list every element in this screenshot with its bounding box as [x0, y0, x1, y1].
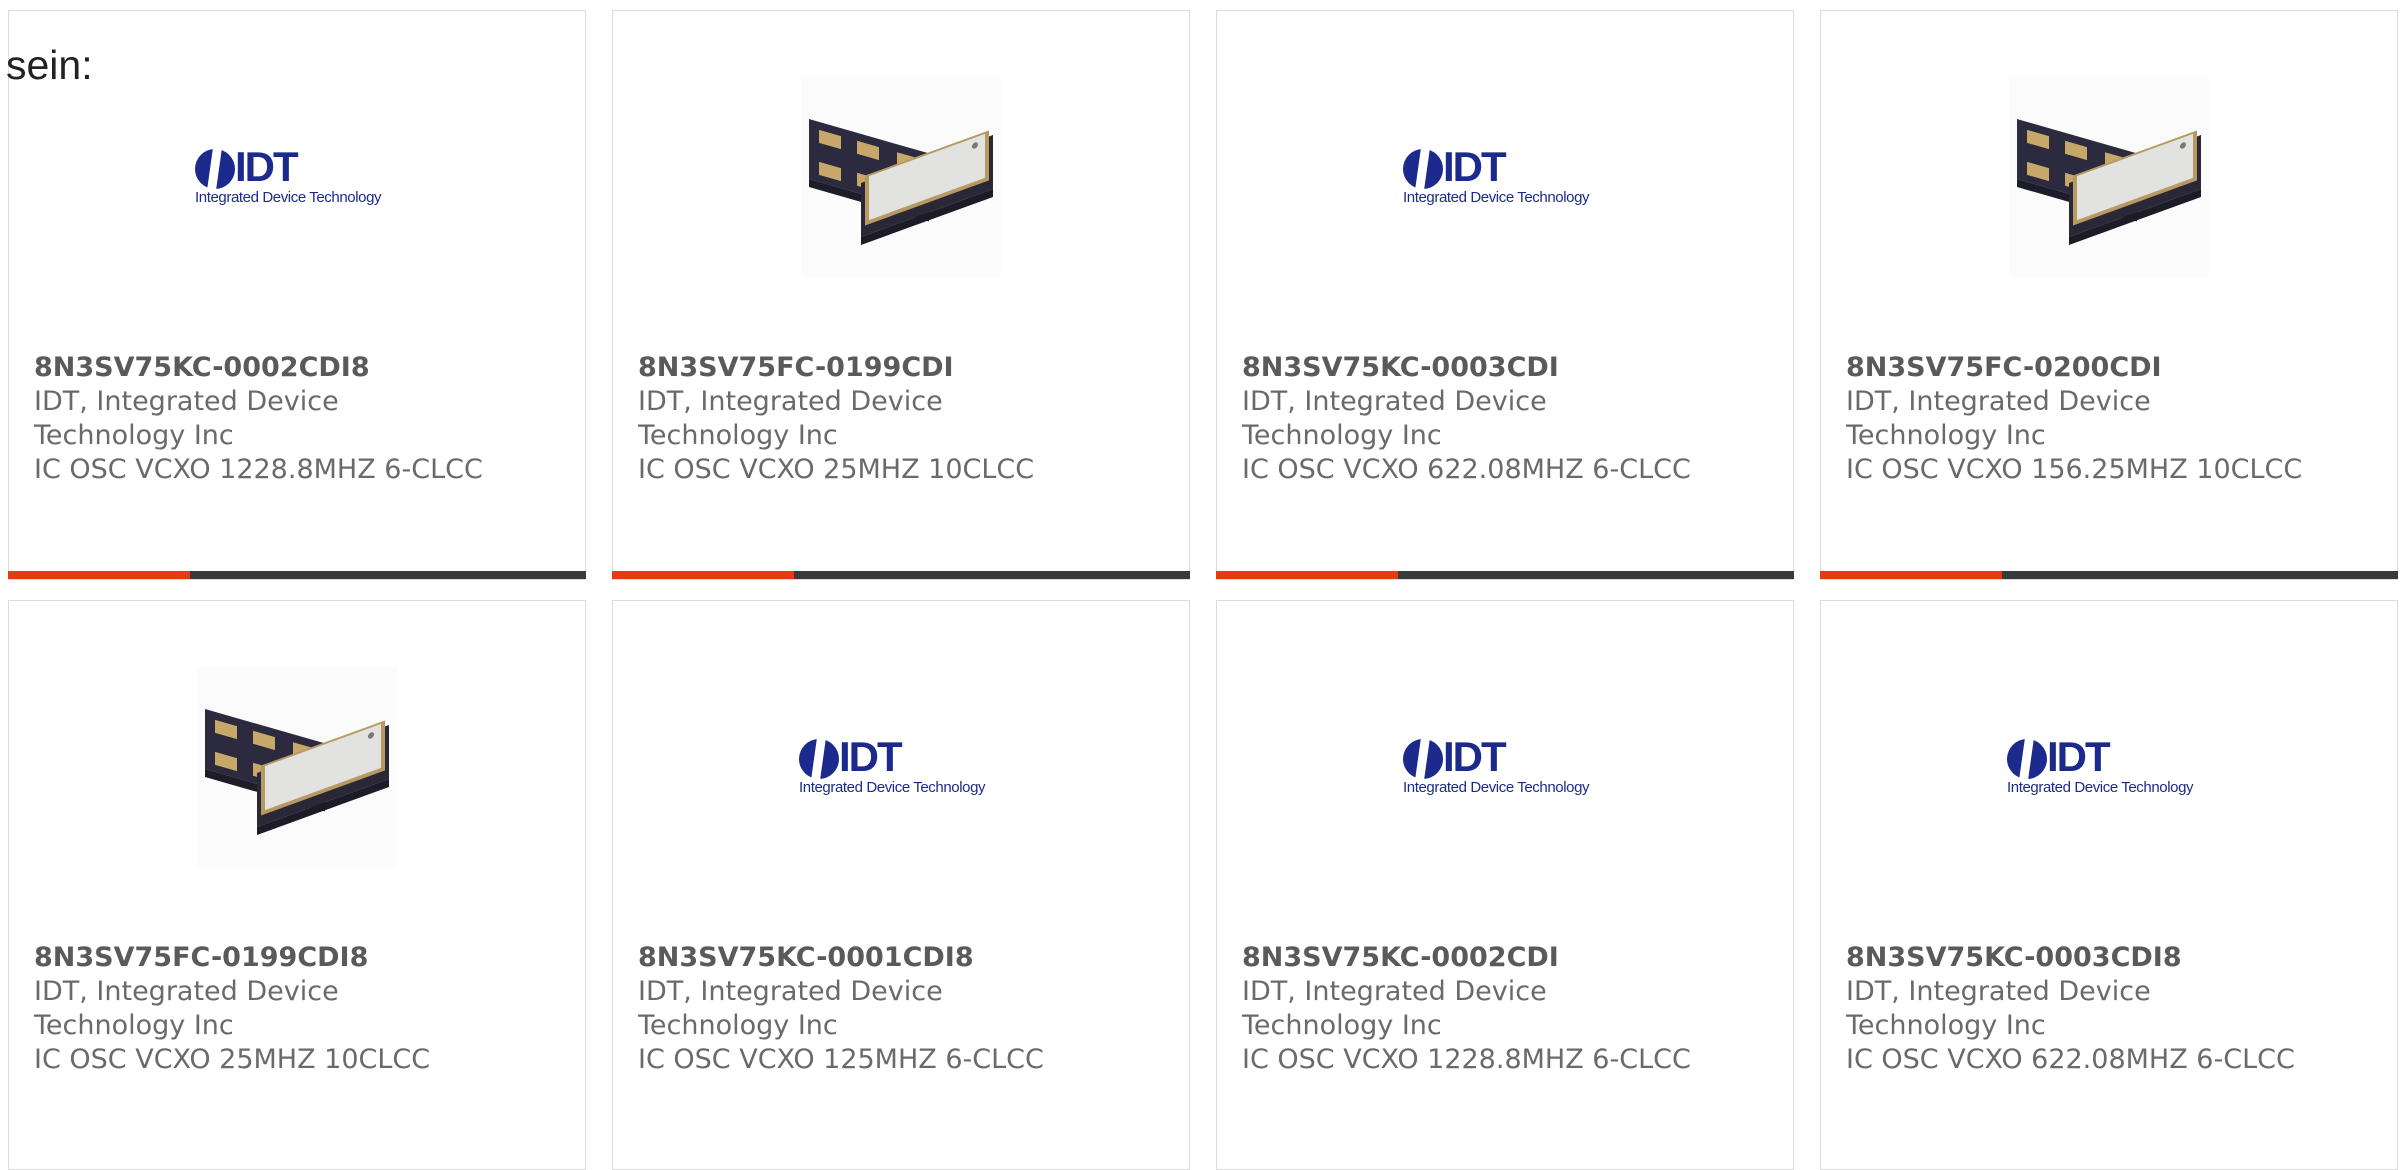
idt-logo-tagline: Integrated Device Technology: [1403, 189, 1590, 206]
idt-logo-word: IDT: [839, 733, 903, 780]
oscillator-photo: [197, 667, 397, 867]
product-image[interactable]: [9, 667, 585, 867]
idt-logo-mark: [195, 147, 235, 191]
idt-logo-word: IDT: [1443, 143, 1507, 190]
idt-logo: IDT Integrated Device Technology: [195, 143, 399, 207]
idt-logo: IDT Integrated Device Technology: [2007, 733, 2211, 797]
card-bar-accent: [612, 571, 794, 579]
part-number[interactable]: 8N3SV75KC-0001CDI8: [638, 941, 1098, 975]
idt-logo-word: IDT: [1443, 733, 1507, 780]
idt-logo: IDT Integrated Device Technology: [799, 733, 1003, 797]
manufacturer: IDT, Integrated Device Technology Inc: [1242, 386, 1547, 451]
product-card[interactable]: IDT Integrated Device Technology 8N3SV75…: [1216, 10, 1794, 580]
product-card[interactable]: IDT Integrated Device Technology 8N3SV75…: [612, 600, 1190, 1170]
product-image[interactable]: [1821, 77, 2397, 277]
product-image[interactable]: IDT Integrated Device Technology: [1821, 667, 2397, 867]
card-bar: [8, 571, 586, 579]
card-bar: [1820, 571, 2398, 579]
idt-logo-tagline: Integrated Device Technology: [2007, 779, 2194, 796]
part-number[interactable]: 8N3SV75FC-0199CDI8: [34, 941, 494, 975]
manufacturer: IDT, Integrated Device Technology Inc: [34, 386, 339, 451]
part-number[interactable]: 8N3SV75KC-0002CDI8: [34, 351, 494, 385]
product-card[interactable]: IDT Integrated Device Technology 8N3SV75…: [8, 10, 586, 580]
card-bar-accent: [8, 571, 190, 579]
description: IC OSC VCXO 1228.8MHZ 6-CLCC: [1242, 1044, 1691, 1075]
description: IC OSC VCXO 25MHZ 10CLCC: [34, 1044, 431, 1075]
idt-logo: IDT Integrated Device Technology: [1403, 143, 1607, 207]
description: IC OSC VCXO 156.25MHZ 10CLCC: [1846, 454, 2303, 485]
manufacturer: IDT, Integrated Device Technology Inc: [638, 386, 943, 451]
description: IC OSC VCXO 125MHZ 6-CLCC: [638, 1044, 1044, 1075]
product-image[interactable]: [613, 77, 1189, 277]
product-image[interactable]: IDT Integrated Device Technology: [9, 77, 585, 277]
part-number[interactable]: 8N3SV75KC-0002CDI: [1242, 941, 1702, 975]
oscillator-photo: [2009, 77, 2209, 277]
idt-logo: IDT Integrated Device Technology: [1403, 733, 1607, 797]
description: IC OSC VCXO 25MHZ 10CLCC: [638, 454, 1035, 485]
product-image[interactable]: IDT Integrated Device Technology: [613, 667, 1189, 867]
card-bar: [612, 571, 1190, 579]
manufacturer: IDT, Integrated Device Technology Inc: [638, 976, 943, 1041]
idt-logo-mark: [1403, 737, 1443, 781]
idt-logo-word: IDT: [235, 143, 299, 190]
product-card[interactable]: 8N3SV75FC-0200CDI IDT, Integrated Device…: [1820, 10, 2398, 580]
product-card[interactable]: 8N3SV75FC-0199CDI IDT, Integrated Device…: [612, 10, 1190, 580]
part-number[interactable]: 8N3SV75KC-0003CDI: [1242, 351, 1702, 385]
manufacturer: IDT, Integrated Device Technology Inc: [1242, 976, 1547, 1041]
product-card[interactable]: IDT Integrated Device Technology 8N3SV75…: [1820, 600, 2398, 1170]
idt-logo-word: IDT: [2047, 733, 2111, 780]
part-number[interactable]: 8N3SV75FC-0199CDI: [638, 351, 1098, 385]
intro-text: sein:: [6, 42, 93, 88]
idt-logo-mark: [1403, 147, 1443, 191]
idt-logo-tagline: Integrated Device Technology: [195, 189, 382, 206]
product-card[interactable]: IDT Integrated Device Technology 8N3SV75…: [1216, 600, 1794, 1170]
part-number[interactable]: 8N3SV75FC-0200CDI: [1846, 351, 2306, 385]
manufacturer: IDT, Integrated Device Technology Inc: [1846, 976, 2151, 1041]
part-number[interactable]: 8N3SV75KC-0003CDI8: [1846, 941, 2306, 975]
idt-logo-mark: [2007, 737, 2047, 781]
oscillator-photo: [801, 77, 1001, 277]
description: IC OSC VCXO 622.08MHZ 6-CLCC: [1242, 454, 1691, 485]
manufacturer: IDT, Integrated Device Technology Inc: [34, 976, 339, 1041]
product-image[interactable]: IDT Integrated Device Technology: [1217, 667, 1793, 867]
card-bar: [1216, 571, 1794, 579]
idt-logo-tagline: Integrated Device Technology: [799, 779, 986, 796]
card-bar-accent: [1820, 571, 2002, 579]
description: IC OSC VCXO 622.08MHZ 6-CLCC: [1846, 1044, 2295, 1075]
card-bar-accent: [1216, 571, 1398, 579]
idt-logo-tagline: Integrated Device Technology: [1403, 779, 1590, 796]
manufacturer: IDT, Integrated Device Technology Inc: [1846, 386, 2151, 451]
description: IC OSC VCXO 1228.8MHZ 6-CLCC: [34, 454, 483, 485]
product-image[interactable]: IDT Integrated Device Technology: [1217, 77, 1793, 277]
idt-logo-mark: [799, 737, 839, 781]
product-grid: IDT Integrated Device Technology 8N3SV75…: [8, 10, 2398, 1170]
product-card[interactable]: 8N3SV75FC-0199CDI8 IDT, Integrated Devic…: [8, 600, 586, 1170]
